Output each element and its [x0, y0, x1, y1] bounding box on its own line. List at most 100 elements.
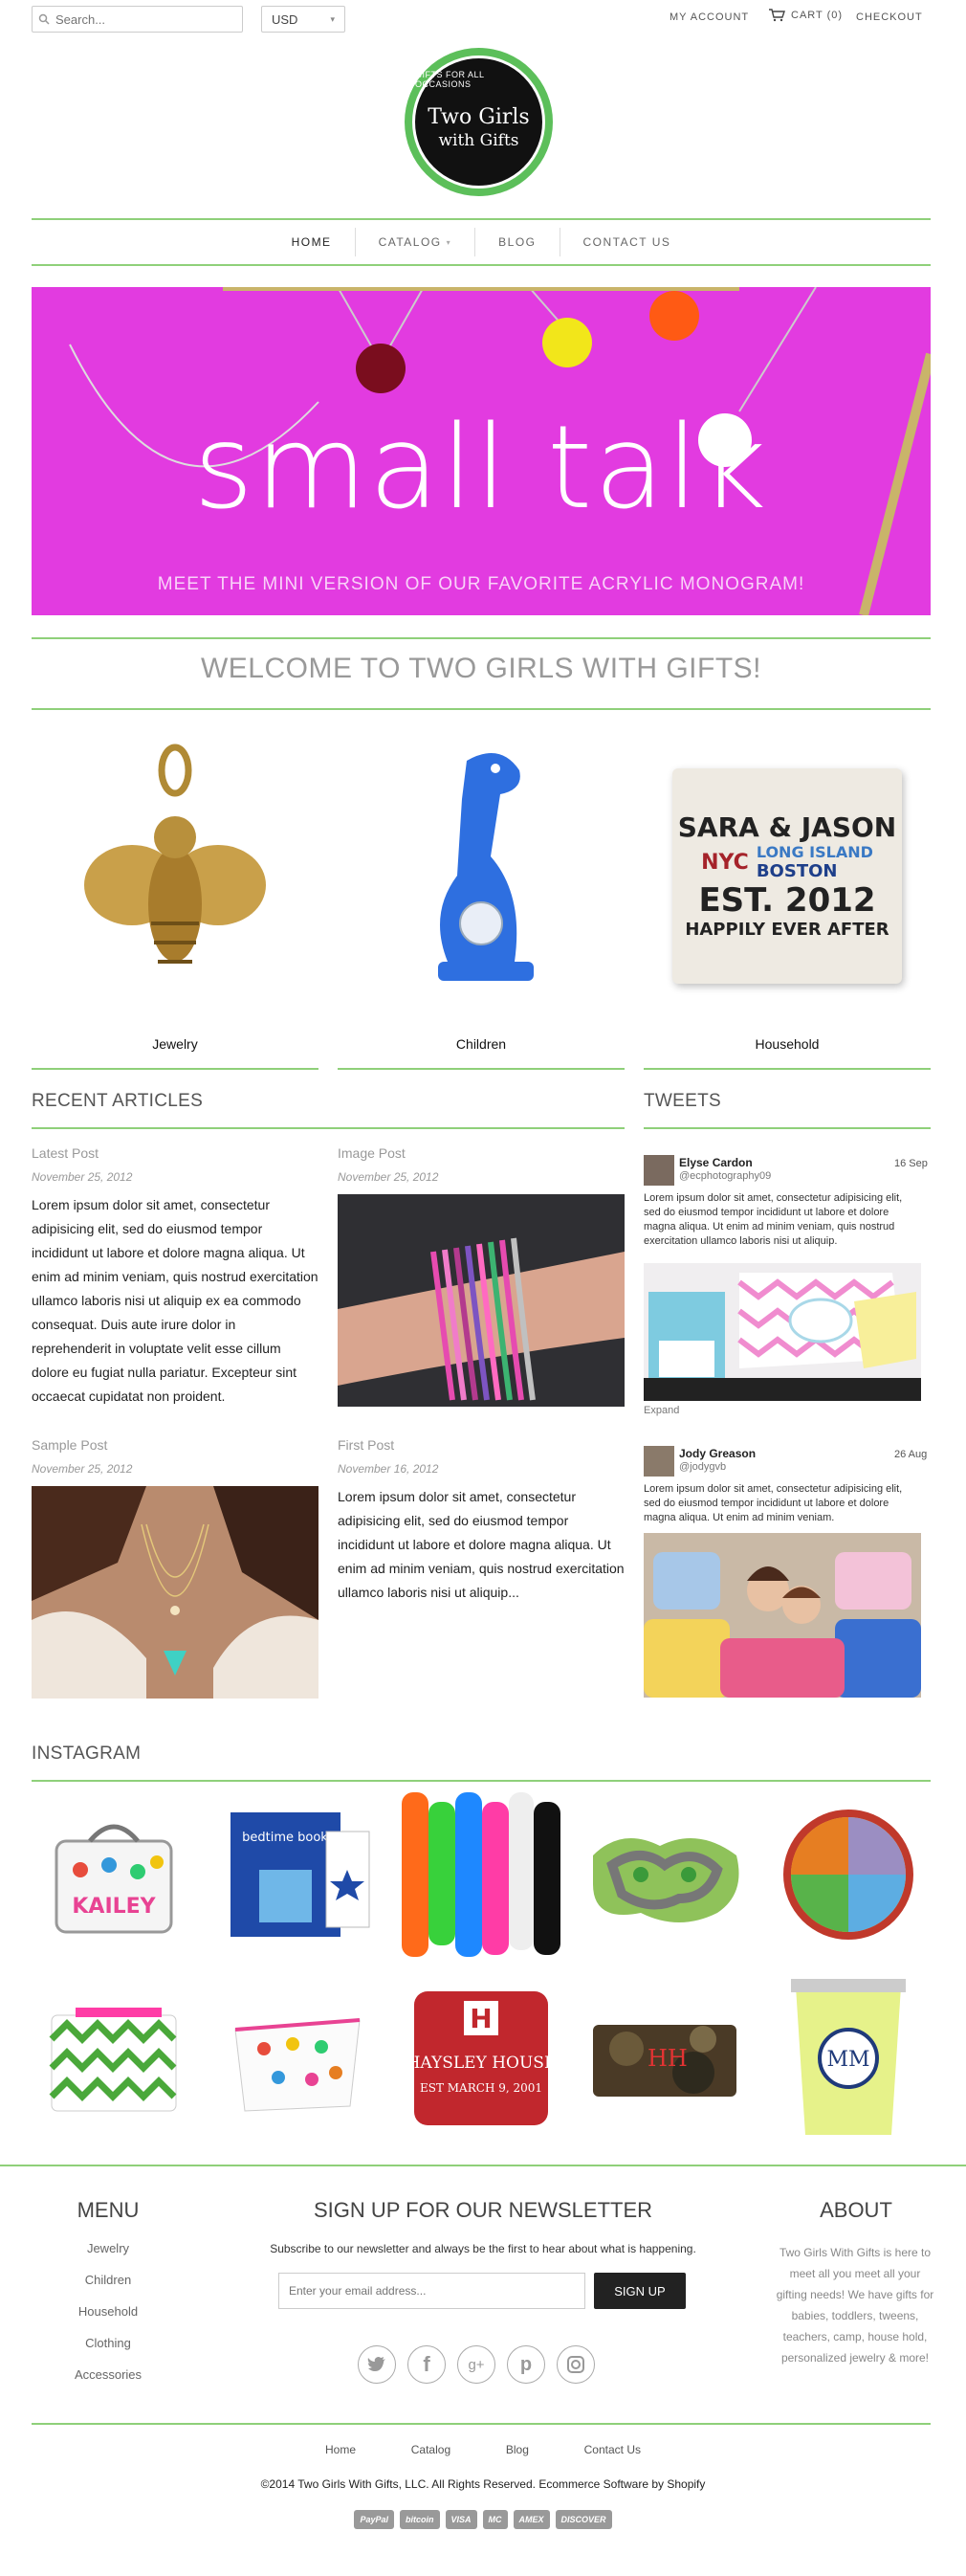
footer-link-home[interactable]: Home: [325, 2443, 356, 2456]
pinterest-icon[interactable]: p: [507, 2345, 545, 2384]
main-nav: HOME CATALOG ▾ BLOG CONTACT US: [32, 220, 931, 264]
logo-name-line1: Two Girls: [428, 104, 530, 129]
category-household-label[interactable]: Household: [644, 1036, 931, 1052]
nav-contact[interactable]: CONTACT US: [559, 228, 694, 256]
footer-menu-title: MENU: [77, 2198, 140, 2222]
currency-select[interactable]: USD ▾: [261, 6, 345, 33]
footer-menu-item[interactable]: Clothing: [32, 2327, 185, 2359]
post-1-label[interactable]: Latest Post: [32, 1145, 99, 1161]
divider: [32, 708, 931, 710]
newsletter-email-input[interactable]: [278, 2273, 585, 2309]
kailey-text: KAILEY: [72, 1895, 156, 1919]
instagram-item-9[interactable]: HH: [582, 1976, 747, 2141]
post-2-image[interactable]: [338, 1194, 625, 1407]
nav-catalog[interactable]: CATALOG ▾: [354, 228, 475, 256]
search-box[interactable]: [32, 6, 243, 33]
instagram-item-7[interactable]: [215, 1976, 380, 2141]
camo-clutch-photo: HH: [593, 2025, 736, 2097]
svg-text:H: H: [470, 2003, 492, 2034]
footer-link-catalog[interactable]: Catalog: [411, 2443, 450, 2456]
category-children-label[interactable]: Children: [338, 1036, 625, 1052]
tweet-1-date[interactable]: 16 Sep: [894, 1158, 928, 1169]
avatar[interactable]: [644, 1446, 674, 1477]
instagram-icon[interactable]: [557, 2345, 595, 2384]
tweet-1-body: Lorem ipsum dolor sit amet, consectetur …: [644, 1192, 903, 1247]
signup-button[interactable]: SIGN UP: [594, 2273, 686, 2309]
my-account-link[interactable]: MY ACCOUNT: [670, 11, 749, 23]
necklace-photo: [32, 1486, 318, 1699]
hero-subtitle: MEET THE MINI VERSION OF OUR FAVORITE AC…: [157, 574, 805, 594]
newsletter-text: Subscribe to our newsletter and always b…: [270, 2242, 696, 2255]
newsletter-title: SIGN UP FOR OUR NEWSLETTER: [313, 2198, 653, 2222]
site-logo[interactable]: GIFTS FOR ALL OCCASIONS Two Girls with G…: [405, 48, 553, 196]
round-tray-photo: [783, 1810, 913, 1940]
cart-label: CART (0): [791, 10, 844, 21]
facebook-icon[interactable]: f: [407, 2345, 446, 2384]
footer-menu-item[interactable]: Household: [32, 2296, 185, 2327]
gummy-bear-bag-photo: [234, 2018, 361, 2112]
amex-icon: AMEX: [513, 2510, 550, 2529]
tweet-2-date[interactable]: 26 Aug: [894, 1449, 927, 1460]
instagram-item-10[interactable]: MM: [766, 1976, 931, 2141]
footer-link-blog[interactable]: Blog: [506, 2443, 529, 2456]
giraffe-clock-icon: [438, 753, 534, 981]
instagram-item-1[interactable]: KAILEY: [32, 1792, 196, 1957]
instagram-item-8[interactable]: H HAYSLEY HOUSE EST MARCH 9, 2001: [399, 1976, 563, 2141]
category-jewelry-image[interactable]: [32, 737, 318, 1014]
post-1-date: November 25, 2012: [32, 1170, 133, 1184]
monogram-trash-can-photo: MM: [791, 1979, 906, 2135]
paypal-icon: PayPal: [354, 2510, 394, 2529]
footer-link-contact[interactable]: Contact Us: [584, 2443, 641, 2456]
twitter-icon[interactable]: [358, 2345, 396, 2384]
nav-blog[interactable]: BLOG: [474, 228, 559, 256]
cart-link[interactable]: CART (0): [768, 9, 843, 22]
nav-home[interactable]: HOME: [269, 228, 355, 256]
category-children-image[interactable]: [338, 737, 625, 1014]
search-input[interactable]: [55, 11, 228, 27]
instagram-item-3[interactable]: [399, 1792, 563, 1957]
post-3-label[interactable]: Sample Post: [32, 1437, 107, 1453]
divider: [644, 1127, 931, 1129]
tweet-2-handle[interactable]: @jodygvb: [679, 1461, 726, 1473]
hero-banner[interactable]: small talk MEET THE MINI VERSION OF OUR …: [32, 287, 931, 615]
bitcoin-icon: bitcoin: [400, 2510, 440, 2529]
tweet-1-image[interactable]: [644, 1263, 921, 1401]
bee-pendant-icon: [84, 744, 266, 964]
pillow-text-nyc: NYC: [701, 850, 749, 875]
tweet-1-handle[interactable]: @ecphotography09: [679, 1170, 771, 1182]
instagram-item-4[interactable]: [582, 1792, 747, 1957]
category-household-image[interactable]: SARA & JASON NYC LONG ISLAND BOSTON EST.…: [644, 737, 931, 1014]
divider: [644, 1068, 931, 1070]
mastercard-icon: MC: [482, 2510, 508, 2529]
cart-icon: [769, 9, 785, 22]
category-jewelry-label[interactable]: Jewelry: [32, 1036, 318, 1052]
post-4-label[interactable]: First Post: [338, 1437, 394, 1453]
instagram-title: INSTAGRAM: [32, 1743, 142, 1764]
currency-value: USD: [272, 11, 298, 27]
avatar[interactable]: [644, 1155, 674, 1186]
footer-menu-item[interactable]: Accessories: [32, 2359, 185, 2390]
footer-menu-item[interactable]: Children: [32, 2264, 185, 2296]
divider: [32, 1780, 931, 1782]
google-plus-icon[interactable]: g+: [457, 2345, 495, 2384]
divider: [32, 637, 931, 639]
post-2-label[interactable]: Image Post: [338, 1145, 406, 1161]
instagram-item-6[interactable]: [32, 1976, 196, 2141]
welcome-heading: WELCOME TO TWO GIRLS WITH GIFTS!: [200, 653, 762, 684]
post-3-image[interactable]: [32, 1486, 318, 1699]
checkout-link[interactable]: CHECKOUT: [856, 11, 923, 23]
footer-menu-item[interactable]: Jewelry: [32, 2232, 185, 2264]
hero-title: small talk: [193, 402, 769, 535]
post-4-date: November 16, 2012: [338, 1462, 439, 1476]
instagram-item-5[interactable]: [766, 1792, 931, 1957]
tweet-1-name[interactable]: Elyse Cardon: [679, 1156, 753, 1169]
instagram-item-2[interactable]: bedtime book: [215, 1792, 380, 1957]
tweet-2-name[interactable]: Jody Greason: [679, 1447, 756, 1460]
tweet-1-expand[interactable]: Expand: [644, 1405, 679, 1416]
pillow-image: SARA & JASON NYC LONG ISLAND BOSTON EST.…: [672, 767, 902, 984]
post-1-body: Lorem ipsum dolor sit amet, consectetur …: [32, 1197, 318, 1404]
chevron-down-icon: ▾: [446, 237, 452, 247]
footer-menu: Jewelry Children Household Clothing Acce…: [32, 2232, 185, 2390]
divider: [32, 264, 931, 266]
tweet-2-image[interactable]: [644, 1533, 921, 1698]
